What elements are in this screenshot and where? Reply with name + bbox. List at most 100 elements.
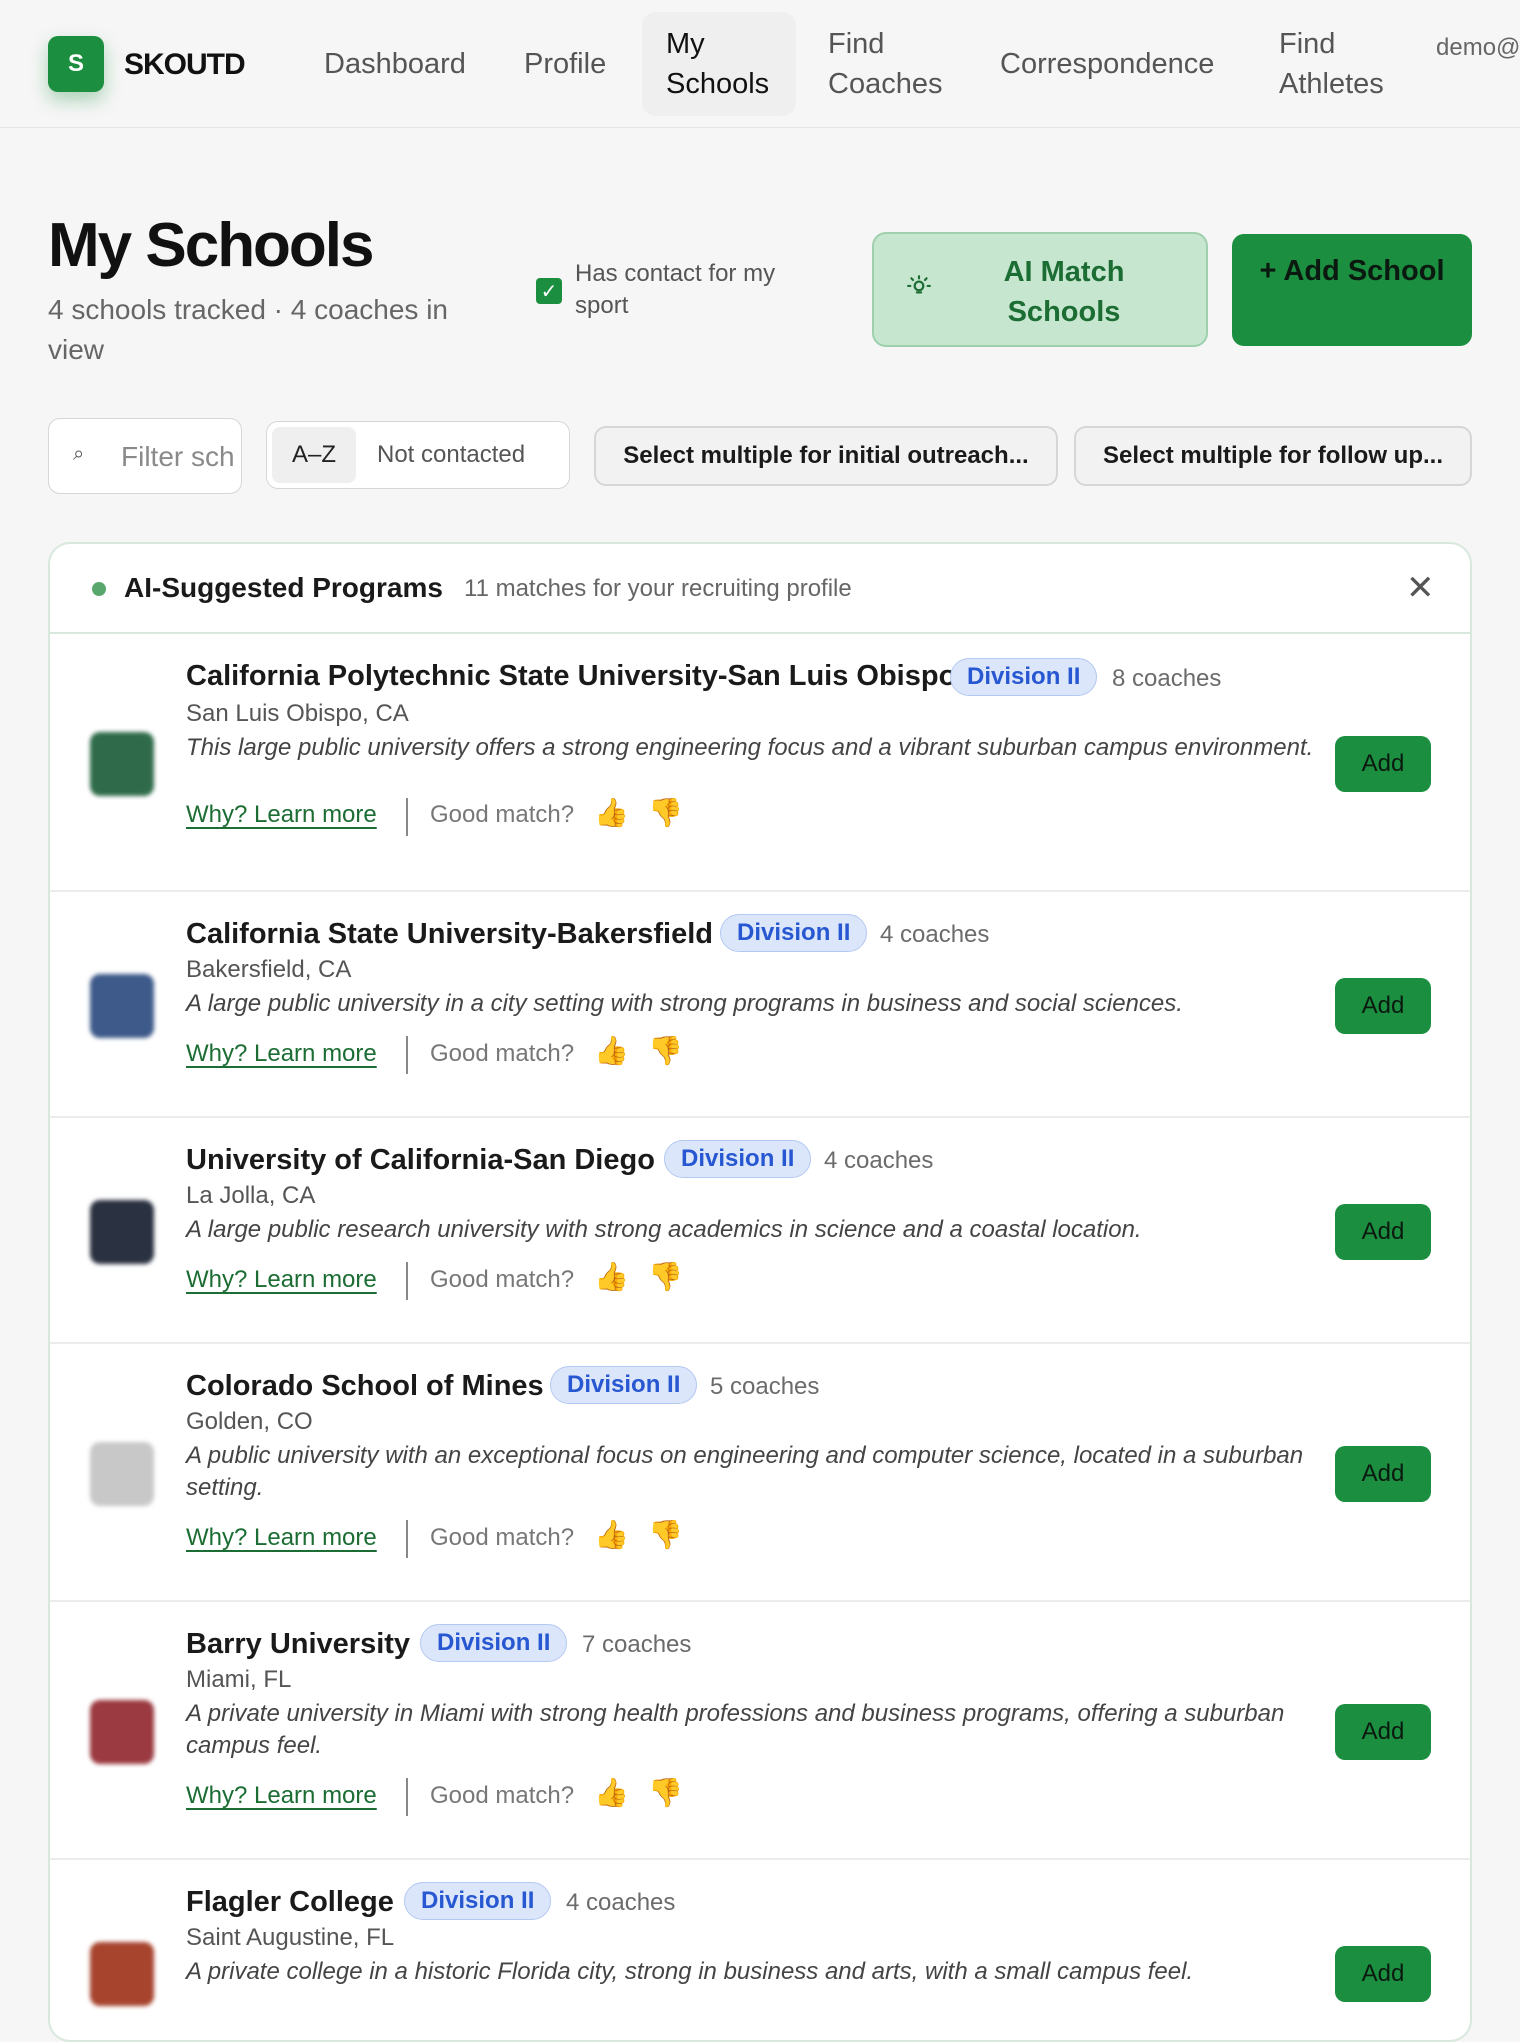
divider [406, 1036, 408, 1074]
division-badge: Division II [950, 658, 1098, 696]
thumbs-down-icon[interactable]: 👎 [648, 1034, 683, 1067]
panel-title: AI-Suggested Programs [124, 572, 443, 603]
brand-name[interactable]: SKOUTD [124, 48, 246, 82]
thumbs-down-icon[interactable]: 👎 [648, 1776, 683, 1809]
ai-match-schools-button[interactable]: AI Match Schools [872, 232, 1208, 347]
school-location: Bakersfield, CA [186, 956, 352, 983]
school-name[interactable]: Flagler College [186, 1886, 394, 1919]
thumbs-down-icon[interactable]: 👎 [648, 1260, 683, 1293]
learn-more-link[interactable]: Why? Learn more [186, 801, 377, 829]
search-icon: ⌕ [73, 443, 85, 465]
thumbs-up-icon[interactable]: 👍 [594, 796, 629, 829]
learn-more-link[interactable]: Why? Learn more [186, 1266, 377, 1294]
school-location: Saint Augustine, FL [186, 1924, 395, 1951]
school-description: A large public university in a city sett… [186, 990, 1183, 1017]
division-badge: Division II [720, 914, 868, 952]
divider [406, 1520, 408, 1558]
good-match-label: Good match? [430, 1040, 575, 1067]
school-logo [90, 732, 154, 796]
nav-dashboard[interactable]: Dashboard [324, 0, 466, 128]
add-school-row-button[interactable]: Add [1335, 736, 1431, 792]
multi-outreach-button[interactable]: Select multiple for initial outreach... [594, 426, 1058, 486]
learn-more-link[interactable]: Why? Learn more [186, 1040, 377, 1068]
add-school-row-button[interactable]: Add [1335, 1946, 1431, 2002]
page-title: My Schools [48, 211, 375, 280]
school-description: A private college in a historic Florida … [186, 1958, 1194, 1985]
coach-count: 8 coaches [1112, 665, 1222, 692]
thumbs-up-icon[interactable]: 👍 [594, 1518, 629, 1551]
thumbs-up-icon[interactable]: 👍 [594, 1776, 629, 1809]
suggestion-row: California State University-Bakersfield … [50, 892, 1470, 1118]
nav-find-coaches[interactable]: Find Coaches [828, 0, 968, 128]
thumbs-up-icon[interactable]: 👍 [594, 1260, 629, 1293]
sort-not-contacted-button[interactable]: Not contacted [377, 427, 525, 483]
suggestion-row: Flagler College Division II 4 coaches Sa… [50, 1860, 1470, 2040]
thumbs-down-icon[interactable]: 👎 [648, 1518, 683, 1551]
division-badge: Division II [664, 1140, 812, 1178]
user-email[interactable]: demo@ [1436, 34, 1520, 62]
add-school-button[interactable]: + Add School [1232, 234, 1472, 346]
school-description: A private university in Miami with stron… [186, 1700, 1285, 1759]
status-dot-icon [92, 582, 106, 596]
learn-more-link[interactable]: Why? Learn more [186, 1782, 377, 1810]
school-name[interactable]: Barry University [186, 1628, 410, 1661]
top-nav: S SKOUTD Dashboard Profile My Schools Fi… [0, 0, 1520, 128]
school-logo [90, 1200, 154, 1264]
school-logo [90, 1942, 154, 2006]
filter-schools-input[interactable] [121, 437, 233, 477]
coach-count: 5 coaches [710, 1373, 820, 1400]
learn-more-link[interactable]: Why? Learn more [186, 1524, 377, 1552]
divider [406, 1262, 408, 1300]
multi-followup-button[interactable]: Select multiple for follow up... [1074, 426, 1472, 486]
suggestion-row: California Polytechnic State University-… [50, 634, 1470, 892]
thumbs-down-icon[interactable]: 👎 [648, 796, 683, 829]
page-subtitle: 4 schools tracked · 4 coaches in view [48, 294, 448, 365]
close-icon[interactable]: ✕ [1406, 568, 1435, 608]
thumbs-up-icon[interactable]: 👍 [594, 1034, 629, 1067]
lightbulb-icon [906, 274, 932, 307]
school-location: Golden, CO [186, 1408, 313, 1435]
school-location: Miami, FL [186, 1666, 292, 1693]
school-location: La Jolla, CA [186, 1182, 316, 1209]
school-name[interactable]: California Polytechnic State University-… [186, 660, 956, 693]
school-logo [90, 1700, 154, 1764]
nav-correspondence[interactable]: Correspondence [1000, 0, 1214, 128]
good-match-label: Good match? [430, 1524, 575, 1551]
coach-count: 7 coaches [582, 1631, 692, 1658]
divider [406, 798, 408, 836]
school-name[interactable]: California State University-Bakersfield [186, 918, 713, 951]
sort-toggle: A–Z Not contacted [266, 421, 570, 489]
filter-schools-field[interactable]: ⌕ [48, 418, 242, 494]
nav-profile[interactable]: Profile [524, 0, 606, 128]
ai-suggestions-panel: AI-Suggested Programs 11 matches for you… [48, 542, 1472, 2042]
good-match-label: Good match? [430, 1782, 575, 1809]
contact-filter-label[interactable]: Has contact for my sport [575, 258, 815, 322]
nav-my-schools[interactable]: My Schools [642, 12, 796, 116]
coach-count: 4 coaches [824, 1147, 934, 1174]
contact-filter-checkbox[interactable]: ✓ [536, 278, 562, 304]
suggestion-row: University of California-San Diego Divis… [50, 1118, 1470, 1344]
division-badge: Division II [550, 1366, 698, 1404]
school-description: A large public research university with … [186, 1216, 1142, 1243]
add-school-row-button[interactable]: Add [1335, 978, 1431, 1034]
checkmark-icon: ✓ [540, 280, 558, 303]
add-school-row-button[interactable]: Add [1335, 1446, 1431, 1502]
coach-count: 4 coaches [880, 921, 990, 948]
add-school-row-button[interactable]: Add [1335, 1204, 1431, 1260]
brand-logo[interactable]: S [48, 36, 104, 92]
panel-header: AI-Suggested Programs 11 matches for you… [50, 544, 1470, 634]
panel-subtitle: 11 matches for your recruiting profile [464, 575, 852, 602]
school-location: San Luis Obispo, CA [186, 700, 409, 727]
nav-find-athletes[interactable]: Find Athletes [1279, 0, 1409, 128]
school-logo [90, 1442, 154, 1506]
school-name[interactable]: University of California-San Diego [186, 1144, 655, 1177]
suggestion-row: Barry University Division II 7 coaches M… [50, 1602, 1470, 1860]
division-badge: Division II [420, 1624, 568, 1662]
divider [406, 1778, 408, 1816]
school-description: This large public university offers a st… [186, 734, 1314, 761]
sort-a-z-button[interactable]: A–Z [272, 427, 356, 483]
school-name[interactable]: Colorado School of Mines [186, 1370, 544, 1403]
ai-match-label: AI Match Schools [1003, 256, 1125, 328]
add-school-row-button[interactable]: Add [1335, 1704, 1431, 1760]
division-badge: Division II [404, 1882, 552, 1920]
